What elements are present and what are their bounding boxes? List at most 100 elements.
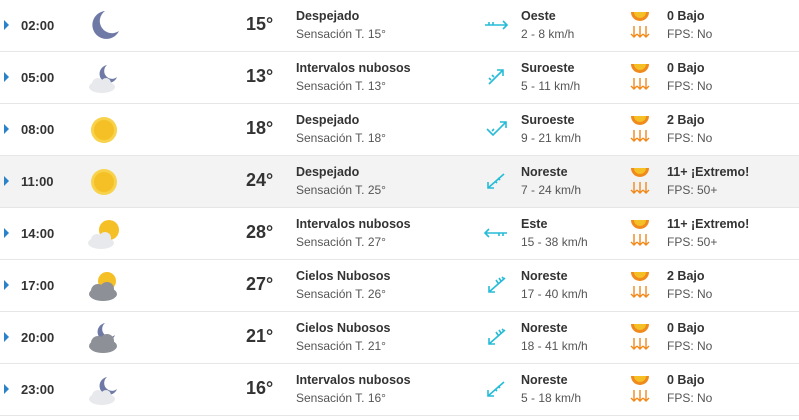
expand-caret-icon[interactable] xyxy=(4,228,9,238)
hour-label: 23:00 xyxy=(21,382,55,397)
feels-like: Sensación T. 27° xyxy=(296,235,386,249)
expand-caret-icon[interactable] xyxy=(4,176,9,186)
uv-sun-icon xyxy=(630,12,650,38)
uv-index: 0 Bajo xyxy=(667,9,705,23)
hour-label: 05:00 xyxy=(21,70,55,85)
forecast-row[interactable]: 17:00 27° Cielos Nubosos Sensación T. 26… xyxy=(0,260,799,312)
forecast-row[interactable]: 14:00 28° Intervalos nubosos Sensación T… xyxy=(0,208,799,260)
wind-east-icon xyxy=(483,228,507,238)
expand-caret-icon[interactable] xyxy=(4,20,9,30)
sky-condition: Intervalos nubosos xyxy=(296,217,411,231)
fps-recommendation: FPS: 50+ xyxy=(667,183,718,197)
uv-index: 2 Bajo xyxy=(667,269,705,283)
feels-like: Sensación T. 16° xyxy=(296,391,386,405)
moon-icon xyxy=(92,11,119,39)
wind-northeast-icon xyxy=(487,173,505,189)
wind-speed: 15 - 38 km/h xyxy=(521,235,588,249)
expand-caret-icon[interactable] xyxy=(4,280,9,290)
fps-recommendation: FPS: No xyxy=(667,287,713,301)
hour-label: 17:00 xyxy=(21,278,55,293)
sky-condition: Despejado xyxy=(296,113,360,127)
wind-speed: 9 - 21 km/h xyxy=(521,131,582,145)
wind-speed: 7 - 24 km/h xyxy=(521,183,582,197)
feels-like: Sensación T. 15° xyxy=(296,27,386,41)
uv-sun-icon xyxy=(630,376,650,402)
wind-direction: Noreste xyxy=(521,373,568,387)
wind-direction: Noreste xyxy=(521,321,568,335)
fps-recommendation: FPS: No xyxy=(667,27,713,41)
forecast-row[interactable]: 02:00 15° Despejado Sensación T. 15° Oes… xyxy=(0,0,799,52)
moon-grey-cloud-icon xyxy=(89,323,117,353)
fps-recommendation: FPS: No xyxy=(667,79,713,93)
uv-sun-icon xyxy=(630,220,650,246)
wind-southwest-icon xyxy=(486,121,507,137)
temperature: 28° xyxy=(246,222,274,242)
sky-condition: Cielos Nubosos xyxy=(296,321,391,335)
hour-label: 20:00 xyxy=(21,330,55,345)
feels-like: Sensación T. 13° xyxy=(296,79,386,93)
forecast-row[interactable]: 11:00 24° Despejado Sensación T. 25° Nor… xyxy=(0,156,799,208)
expand-caret-icon[interactable] xyxy=(4,124,9,134)
feels-like: Sensación T. 26° xyxy=(296,287,386,301)
uv-sun-icon xyxy=(630,64,650,90)
uv-index: 2 Bajo xyxy=(667,113,705,127)
sky-condition: Cielos Nubosos xyxy=(296,269,391,283)
wind-speed: 5 - 18 km/h xyxy=(521,391,582,405)
fps-recommendation: FPS: No xyxy=(667,391,713,405)
uv-sun-icon xyxy=(630,324,650,350)
forecast-row[interactable]: 05:00 13° Intervalos nubosos Sensación T… xyxy=(0,52,799,104)
sun-icon xyxy=(91,117,117,143)
forecast-row[interactable]: 08:00 18° Despejado Sensación T. 18° Sur… xyxy=(0,104,799,156)
forecast-row[interactable]: 20:00 21° Cielos Nubosos Sensación T. 21… xyxy=(0,312,799,364)
temperature: 21° xyxy=(246,326,274,346)
fps-recommendation: FPS: 50+ xyxy=(667,235,718,249)
uv-sun-icon xyxy=(630,116,650,142)
uv-sun-icon xyxy=(630,168,650,194)
wind-speed: 18 - 41 km/h xyxy=(521,339,588,353)
wind-northeast-icon xyxy=(488,276,506,293)
uv-index: 0 Bajo xyxy=(667,373,705,387)
feels-like: Sensación T. 21° xyxy=(296,339,386,353)
moon-cloud-icon xyxy=(89,377,117,405)
uv-sun-icon xyxy=(630,272,650,298)
forecast-row[interactable]: 23:00 16° Intervalos nubosos Sensación T… xyxy=(0,364,799,416)
temperature: 15° xyxy=(246,14,274,34)
expand-caret-icon[interactable] xyxy=(4,384,9,394)
sun-cloud-icon xyxy=(88,220,119,249)
hourly-forecast-table: 02:00 15° Despejado Sensación T. 15° Oes… xyxy=(0,0,799,420)
wind-direction: Noreste xyxy=(521,269,568,283)
temperature: 16° xyxy=(246,378,274,398)
feels-like: Sensación T. 18° xyxy=(296,131,386,145)
temperature: 18° xyxy=(246,118,274,138)
wind-southwest-icon xyxy=(488,69,504,85)
uv-index: 0 Bajo xyxy=(667,61,705,75)
wind-northeast-icon xyxy=(487,381,505,397)
sky-condition: Intervalos nubosos xyxy=(296,61,411,75)
temperature: 27° xyxy=(246,274,274,294)
wind-direction: Suroeste xyxy=(521,113,575,127)
moon-cloud-icon xyxy=(89,65,117,93)
wind-speed: 17 - 40 km/h xyxy=(521,287,588,301)
expand-caret-icon[interactable] xyxy=(4,332,9,342)
uv-index: 11+ ¡Extremo! xyxy=(667,217,750,231)
hour-label: 02:00 xyxy=(21,18,55,33)
hour-label: 08:00 xyxy=(21,122,55,137)
fps-recommendation: FPS: No xyxy=(667,131,713,145)
fps-recommendation: FPS: No xyxy=(667,339,713,353)
sky-condition: Despejado xyxy=(296,165,360,179)
wind-direction: Noreste xyxy=(521,165,568,179)
feels-like: Sensación T. 25° xyxy=(296,183,386,197)
expand-caret-icon[interactable] xyxy=(4,72,9,82)
wind-speed: 2 - 8 km/h xyxy=(521,27,575,41)
sun-icon xyxy=(91,169,117,195)
hour-label: 14:00 xyxy=(21,226,55,241)
wind-speed: 5 - 11 km/h xyxy=(521,79,581,93)
wind-direction: Oeste xyxy=(521,9,556,23)
sky-condition: Intervalos nubosos xyxy=(296,373,411,387)
temperature: 13° xyxy=(246,66,274,86)
sky-condition: Despejado xyxy=(296,9,360,23)
wind-direction: Este xyxy=(521,217,548,231)
temperature: 24° xyxy=(246,170,274,190)
uv-index: 11+ ¡Extremo! xyxy=(667,165,750,179)
sun-grey-cloud-icon xyxy=(89,272,117,301)
